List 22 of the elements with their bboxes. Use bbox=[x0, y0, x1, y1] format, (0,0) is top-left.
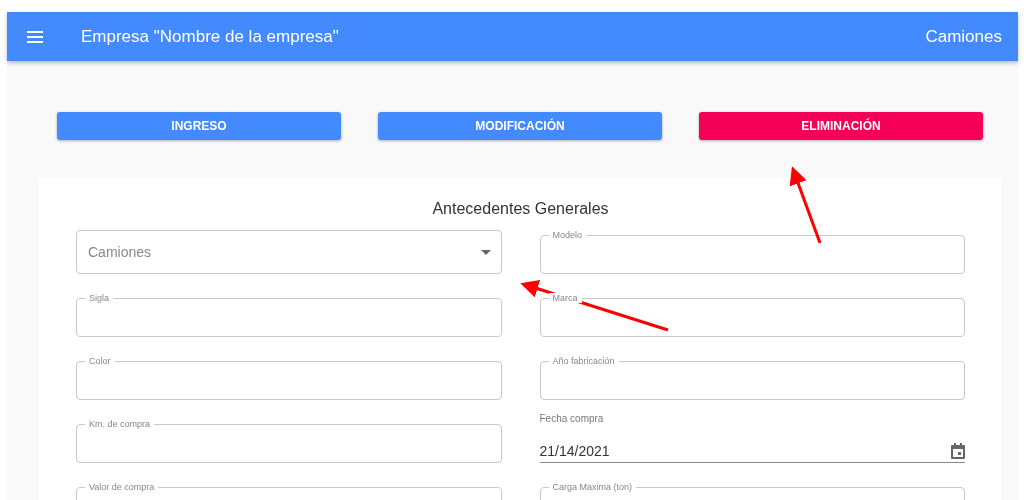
action-button[interactable]: MODIFICACIÓN bbox=[378, 112, 662, 140]
input-field[interactable]: Valor de compra bbox=[76, 482, 502, 500]
menu-icon[interactable] bbox=[27, 30, 43, 43]
field-label: Fecha compra bbox=[539, 413, 605, 424]
input-field[interactable]: Color bbox=[76, 356, 502, 400]
input-field[interactable]: Carga Maxima (ton) bbox=[539, 482, 965, 500]
dropdown-caret-icon bbox=[480, 249, 491, 255]
form-title: Antecedentes Generales bbox=[431, 200, 610, 218]
action-button[interactable]: INGRESO bbox=[57, 112, 341, 140]
app-title: Empresa "Nombre de la empresa" bbox=[81, 26, 340, 47]
date-field[interactable]: Fecha compra 21/14/2021 bbox=[539, 413, 965, 463]
field-value: 21/14/2021 bbox=[539, 443, 610, 459]
input-field[interactable]: Año fabricación bbox=[539, 356, 965, 400]
section-title: Camiones bbox=[925, 26, 1002, 47]
input-field[interactable]: Marca bbox=[539, 293, 965, 337]
input-field[interactable]: Km. de compra bbox=[76, 419, 502, 463]
input-field[interactable]: Modelo bbox=[539, 230, 965, 274]
select-field[interactable]: Camiones bbox=[76, 230, 502, 274]
input-field[interactable]: Sigla bbox=[76, 293, 502, 337]
field-label: Marca bbox=[548, 293, 582, 303]
calendar-icon[interactable] bbox=[951, 443, 965, 459]
action-button[interactable]: ELIMINACIÓN bbox=[699, 112, 983, 140]
